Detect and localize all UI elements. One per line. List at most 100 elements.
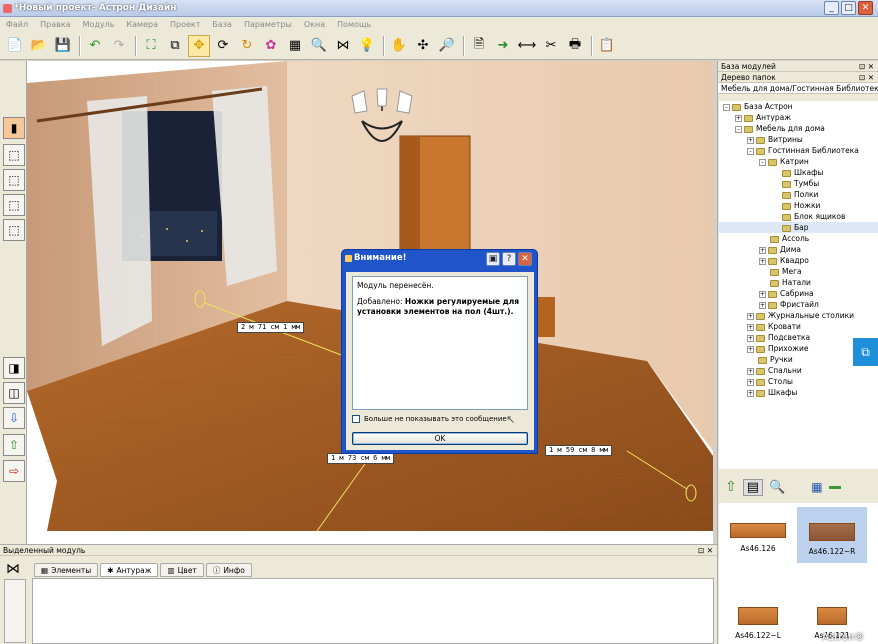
menu-help[interactable]: Помощь bbox=[331, 17, 377, 32]
expand-toggle-icon[interactable]: - bbox=[735, 125, 742, 133]
tree-item[interactable]: - Мебель для дома bbox=[719, 123, 878, 134]
open-folder-icon[interactable]: 📂 bbox=[28, 35, 50, 57]
tree-item[interactable]: + Сабрина bbox=[719, 288, 878, 299]
select-icon[interactable]: ⛶ bbox=[140, 35, 162, 57]
minimize-button[interactable]: _ bbox=[824, 1, 839, 15]
exit-icon[interactable]: ⇨ bbox=[3, 460, 25, 482]
undo-icon[interactable]: ↶ bbox=[84, 35, 106, 57]
menu-windows[interactable]: Окна bbox=[298, 17, 331, 32]
tab-info[interactable]: ⓘ Инфо bbox=[205, 563, 252, 577]
tab-antourage[interactable]: ✱ Антураж bbox=[100, 563, 159, 577]
expand-toggle-icon[interactable]: + bbox=[747, 136, 754, 144]
rotate-90-icon[interactable]: ⟳ bbox=[212, 35, 234, 57]
search-icon[interactable]: 🔍 bbox=[769, 480, 785, 495]
search-module-icon[interactable]: 🔍 bbox=[308, 35, 330, 57]
expand-toggle-icon[interactable]: - bbox=[723, 103, 730, 111]
color-palette-icon[interactable]: ✿ bbox=[260, 35, 282, 57]
expand-toggle-icon[interactable]: + bbox=[747, 334, 754, 342]
menu-base[interactable]: База bbox=[206, 17, 238, 32]
expand-toggle-icon[interactable]: + bbox=[747, 345, 754, 353]
expand-toggle-icon[interactable]: + bbox=[759, 301, 766, 309]
cube-top-icon[interactable]: ⬚ bbox=[3, 169, 25, 191]
rotate-icon[interactable]: ↻ bbox=[236, 35, 258, 57]
dialog-help-button[interactable]: ? bbox=[502, 252, 516, 266]
thumb-item[interactable]: As46.122~R bbox=[797, 507, 867, 563]
thumb-item[interactable]: As46.122~L bbox=[723, 607, 793, 640]
tree-item[interactable]: Натали bbox=[719, 277, 878, 288]
expand-toggle-icon[interactable]: + bbox=[759, 290, 766, 298]
close-button[interactable]: ✕ bbox=[858, 1, 873, 15]
upload-icon[interactable]: ⇧ bbox=[3, 434, 25, 456]
move-icon[interactable]: ✥ bbox=[188, 34, 210, 57]
new-file-icon[interactable]: 📄 bbox=[4, 35, 26, 57]
mirror-module-icon[interactable]: ⋈ bbox=[6, 561, 20, 577]
redo-icon[interactable]: ↷ bbox=[108, 35, 130, 57]
tree-item[interactable]: + Квадро bbox=[719, 255, 878, 266]
tree-item[interactable]: + Шкафы bbox=[719, 387, 878, 398]
tree-item[interactable]: + Антураж bbox=[719, 112, 878, 123]
tree-item[interactable]: + Спальни bbox=[719, 365, 878, 376]
tree-item[interactable]: - База Астрон bbox=[719, 101, 878, 112]
pin-icon[interactable]: ⊡ ✕ bbox=[698, 545, 713, 556]
menu-camera[interactable]: Камера bbox=[120, 17, 164, 32]
expand-toggle-icon[interactable]: - bbox=[759, 158, 766, 166]
view-mode-icon[interactable]: ▦ bbox=[811, 480, 822, 494]
expand-toggle-icon[interactable]: + bbox=[747, 367, 754, 375]
mirror-icon[interactable]: ⋈ bbox=[332, 35, 354, 57]
cube-back-icon[interactable]: ⬚ bbox=[3, 219, 25, 241]
tree-item[interactable]: Ножки bbox=[719, 200, 878, 211]
report-icon[interactable]: 📋 bbox=[596, 35, 618, 57]
path-field[interactable]: Мебель для дома/Гостинная Библиотека/Ка bbox=[718, 83, 878, 94]
document-icon[interactable]: 🗎 bbox=[468, 35, 490, 57]
expand-toggle-icon[interactable]: + bbox=[747, 323, 754, 331]
expand-toggle-icon[interactable]: + bbox=[747, 378, 754, 386]
side-tab-icon[interactable]: ⧉ bbox=[853, 338, 878, 366]
tree-item[interactable]: + Фристайл bbox=[719, 299, 878, 310]
dialog-close-button[interactable]: ✕ bbox=[518, 252, 532, 266]
hand-pan-icon[interactable]: ✋ bbox=[388, 35, 410, 57]
menu-file[interactable]: Файл bbox=[0, 17, 34, 32]
expand-toggle-icon[interactable]: + bbox=[747, 312, 754, 320]
cube-side-icon[interactable]: ⬚ bbox=[3, 194, 25, 216]
wall-icon[interactable]: ▮ bbox=[3, 117, 25, 139]
dimension-icon[interactable]: ⟷ bbox=[516, 35, 538, 57]
tree-item[interactable]: Блок ящиков bbox=[719, 211, 878, 222]
zoom-icon[interactable]: 🔎 bbox=[436, 35, 458, 57]
ok-button[interactable]: OK bbox=[352, 432, 528, 445]
tree-item[interactable]: Шкафы bbox=[719, 167, 878, 178]
menu-edit[interactable]: Правка bbox=[34, 17, 76, 32]
print-icon[interactable]: 🖶 bbox=[564, 35, 586, 57]
menu-module[interactable]: Модуль bbox=[77, 17, 121, 32]
view-3d-icon[interactable]: ◨ bbox=[3, 357, 25, 379]
dont-show-checkbox[interactable] bbox=[352, 415, 360, 423]
vertical-slider[interactable] bbox=[4, 579, 26, 643]
zoom-slider[interactable] bbox=[828, 485, 841, 489]
export-icon[interactable]: ➜ bbox=[492, 35, 514, 57]
menu-parameters[interactable]: Параметры bbox=[238, 17, 298, 32]
maximize-button[interactable]: □ bbox=[841, 1, 856, 15]
copy-module-icon[interactable]: ⧉ bbox=[164, 35, 186, 57]
tree-item[interactable]: Полки bbox=[719, 189, 878, 200]
expand-toggle-icon[interactable]: + bbox=[735, 114, 742, 122]
tree-item[interactable]: + Витрины bbox=[719, 134, 878, 145]
tree-item[interactable]: Мега bbox=[719, 266, 878, 277]
expand-toggle-icon[interactable]: + bbox=[747, 389, 754, 397]
import-icon[interactable]: ⇩ bbox=[3, 407, 25, 429]
tree-item[interactable]: + Столы bbox=[719, 376, 878, 387]
tree-item[interactable]: Тумбы bbox=[719, 178, 878, 189]
tree-item[interactable]: + Кровати bbox=[719, 321, 878, 332]
orbit-icon[interactable]: ✣ bbox=[412, 35, 434, 57]
tab-elements[interactable]: ▦ Элементы bbox=[34, 563, 99, 577]
save-icon[interactable]: 💾 bbox=[52, 35, 74, 57]
pin-icon[interactable]: ⊡ ✕ bbox=[859, 61, 874, 72]
menu-project[interactable]: Проект bbox=[164, 17, 206, 32]
tree-item[interactable]: - Гостинная Библиотека bbox=[719, 145, 878, 156]
tree-item[interactable]: + Дима bbox=[719, 244, 878, 255]
folder-up-icon[interactable]: ⇧ bbox=[725, 479, 737, 495]
dialog-restore-button[interactable]: ▣ bbox=[486, 252, 500, 266]
expand-toggle-icon[interactable]: + bbox=[759, 257, 766, 265]
expand-toggle-icon[interactable]: - bbox=[747, 147, 754, 155]
thumb-item[interactable]: As46.126 bbox=[723, 523, 793, 553]
tab-color[interactable]: ▥ Цвет bbox=[160, 563, 204, 577]
light-bulb-icon[interactable]: 💡 bbox=[356, 35, 378, 57]
